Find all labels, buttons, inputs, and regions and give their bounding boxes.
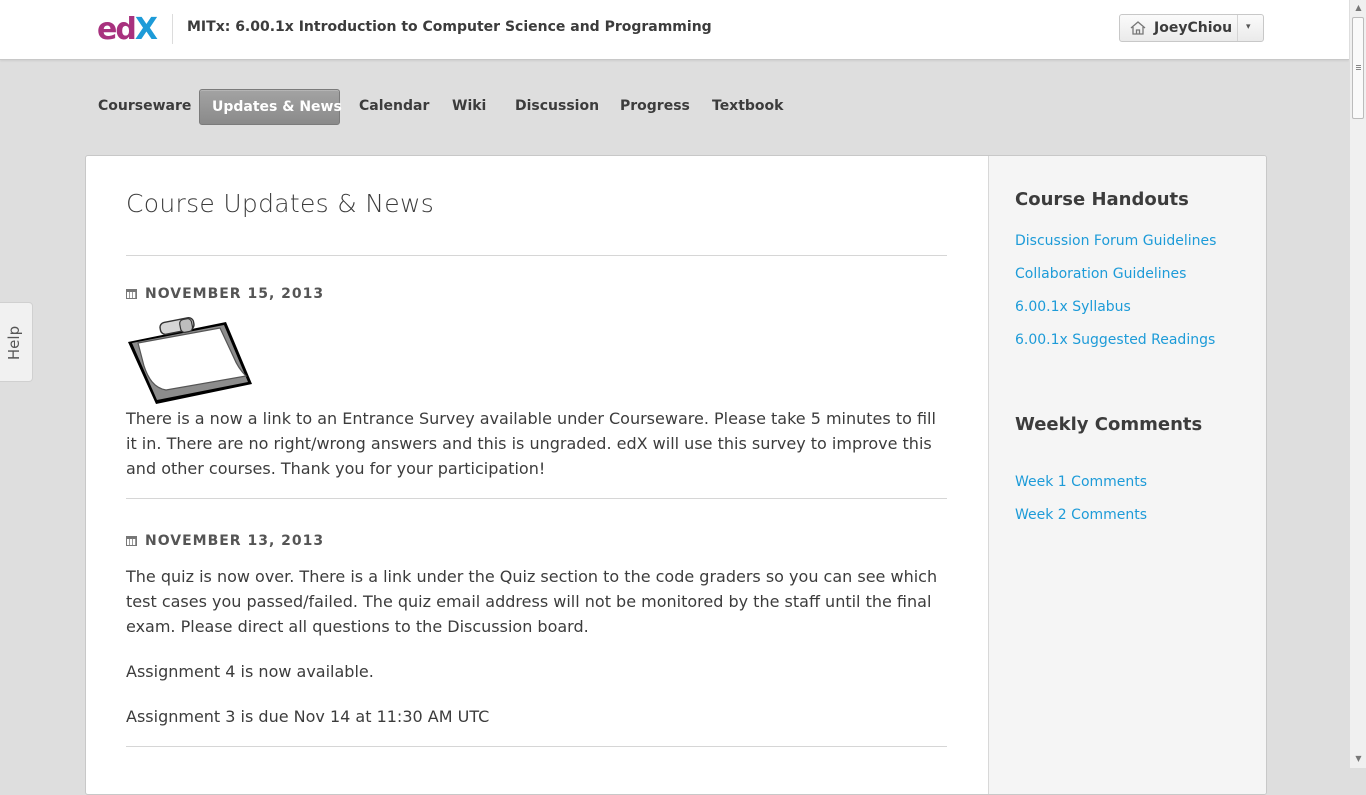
handout-link[interactable]: Discussion Forum Guidelines: [1015, 233, 1216, 249]
update-body: Assignment 4 is now available.: [126, 662, 374, 681]
tab-discussion[interactable]: Discussion: [503, 89, 611, 125]
divider: [126, 746, 947, 747]
header-divider: [172, 14, 173, 44]
tab-courseware[interactable]: Courseware: [86, 89, 203, 125]
tab-progress[interactable]: Progress: [608, 89, 702, 125]
handout-link[interactable]: 6.00.1x Syllabus: [1015, 299, 1131, 315]
course-sidebar: Course Handouts Discussion Forum Guideli…: [988, 156, 1266, 794]
edx-logo[interactable]: edX: [97, 12, 158, 47]
comment-link[interactable]: Week 1 Comments: [1015, 474, 1147, 490]
help-tab[interactable]: Help: [0, 302, 33, 382]
update-date-text: NOVEMBER 13, 2013: [145, 533, 325, 549]
handouts-heading: Course Handouts: [1015, 189, 1189, 210]
update-date-text: NOVEMBER 15, 2013: [145, 286, 325, 302]
site-header: edX MITx: 6.00.1x Introduction to Comput…: [0, 0, 1349, 60]
update-body: Assignment 3 is due Nov 14 at 11:30 AM U…: [126, 707, 490, 726]
divider: [126, 498, 947, 499]
tab-calendar[interactable]: Calendar: [347, 89, 441, 125]
scroll-thumb[interactable]: [1352, 17, 1364, 119]
help-label: Help: [5, 325, 23, 361]
tab-textbook[interactable]: Textbook: [700, 89, 795, 125]
content-card: Course Updates & News NOVEMBER 15, 2013 …: [85, 155, 1267, 795]
clipboard-image: [128, 317, 252, 404]
calendar-icon: [126, 536, 137, 546]
grip-icon: [1356, 65, 1361, 66]
course-title: MITx: 6.00.1x Introduction to Computer S…: [187, 19, 712, 35]
tab-wiki[interactable]: Wiki: [440, 89, 498, 125]
chevron-down-icon[interactable]: ▾: [1246, 22, 1251, 32]
update-date: NOVEMBER 15, 2013: [126, 286, 324, 302]
update-body: There is a now a link to an Entrance Sur…: [126, 409, 936, 478]
update-body: The quiz is now over. There is a link un…: [126, 567, 938, 636]
calendar-icon: [126, 289, 137, 299]
logo-text: edX: [97, 12, 158, 47]
handout-link[interactable]: Collaboration Guidelines: [1015, 266, 1186, 282]
update-date: NOVEMBER 13, 2013: [126, 533, 324, 549]
tab-updates-news[interactable]: Updates & News: [199, 89, 342, 125]
scroll-down-icon[interactable]: ▼: [1351, 751, 1366, 767]
username: JoeyChiou: [1154, 20, 1233, 36]
scroll-up-icon[interactable]: ▲: [1351, 0, 1366, 16]
user-menu-divider: [1237, 15, 1238, 41]
home-icon: [1130, 21, 1146, 35]
weekly-comments-heading: Weekly Comments: [1015, 414, 1203, 435]
scrollbar[interactable]: ▲ ▼: [1349, 0, 1366, 768]
handout-link[interactable]: 6.00.1x Suggested Readings: [1015, 332, 1215, 348]
page-title: Course Updates & News: [126, 189, 435, 218]
comment-link[interactable]: Week 2 Comments: [1015, 507, 1147, 523]
user-menu[interactable]: JoeyChiou ▾: [1119, 14, 1264, 42]
divider: [126, 255, 947, 256]
